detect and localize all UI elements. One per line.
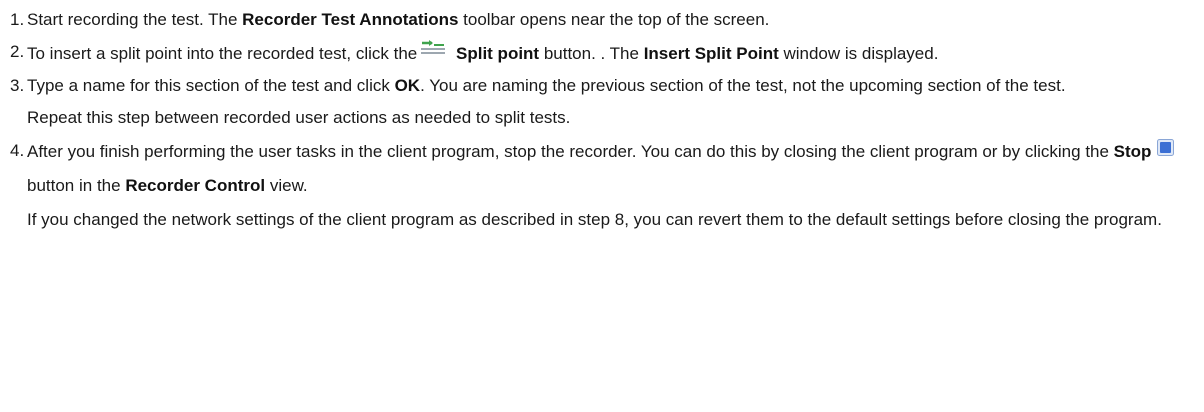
step-number: 2. (10, 42, 25, 61)
recorder-control-label: Recorder Control (125, 176, 266, 195)
step-4-text-1: After you finish performing the user tas… (27, 142, 1114, 161)
step-2-text-1: To insert a split point into the recorde… (27, 44, 418, 63)
step-3-text-1: Type a name for this section of the test… (27, 76, 395, 95)
stop-icon (1157, 134, 1175, 156)
step-text: To insert a split point into the recorde… (27, 36, 1200, 70)
step-4-text-2: button in the (27, 176, 126, 195)
step-1-text-1: Start recording the test. The (27, 10, 243, 29)
split-point-icon (419, 36, 447, 54)
step-text: Start recording the test. The Recorder T… (27, 4, 1200, 36)
step-4-note: If you changed the network settings of t… (27, 210, 1162, 229)
stop-label: Stop (1113, 142, 1152, 161)
step-text: After you finish performing the user tas… (27, 134, 1200, 203)
step-3-note: Repeat this step between recorded user a… (27, 108, 571, 127)
step-number: 1. (10, 10, 25, 29)
step-number: 3. (10, 76, 25, 95)
step-4: 4. After you finish performing the user … (10, 134, 1200, 237)
step-1: 1. Start recording the test. The Recorde… (10, 4, 1200, 36)
instructions-list: 1. Start recording the test. The Recorde… (0, 0, 1200, 237)
step-text: Type a name for this section of the test… (27, 70, 1200, 102)
step-2-text-2: button. . The (539, 44, 644, 63)
split-point-label: Split point (456, 44, 540, 63)
step-1-text-2: toolbar opens near the top of the screen… (458, 10, 770, 29)
step-3: 3. Type a name for this section of the t… (10, 70, 1200, 134)
recorder-test-annotations-label: Recorder Test Annotations (242, 10, 459, 29)
step-2: 2. To insert a split point into the reco… (10, 36, 1200, 70)
step-4-text-3: view. (265, 176, 308, 195)
insert-split-point-label: Insert Split Point (643, 44, 779, 63)
step-number: 4. (10, 141, 25, 160)
ok-label: OK (394, 76, 421, 95)
step-3-text-2: . You are naming the previous section of… (420, 76, 1066, 95)
step-2-text-3: window is displayed. (778, 44, 939, 63)
